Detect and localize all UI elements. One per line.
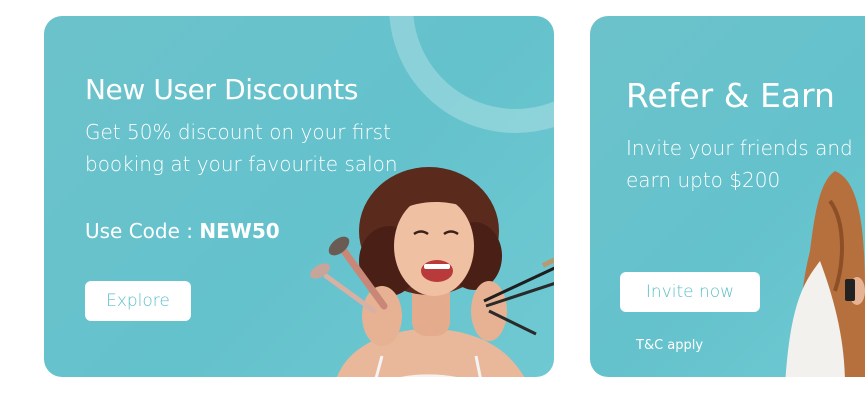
invite-now-button[interactable]: Invite now [620, 272, 760, 312]
promo-code-line: Use Code : NEW50 [85, 219, 280, 243]
promo-code: NEW50 [199, 219, 280, 243]
terms-note: T&C apply [636, 338, 704, 353]
woman-with-phone-image [785, 171, 865, 377]
card-description-line-1: Invite your friends and [626, 136, 853, 160]
woman-with-makeup-brushes-image [310, 167, 554, 377]
promo-code-label: Use Code : [85, 219, 200, 243]
new-user-discount-card[interactable]: New User Discounts Get 50% discount on y… [44, 16, 554, 377]
explore-button[interactable]: Explore [85, 281, 191, 321]
refer-and-earn-card[interactable]: Refer & Earn Invite your friends and earn… [590, 16, 865, 377]
card-description-line-2: earn upto $200 [626, 168, 781, 192]
card-title: Refer & Earn [626, 76, 835, 115]
card-title: New User Discounts [85, 73, 359, 106]
